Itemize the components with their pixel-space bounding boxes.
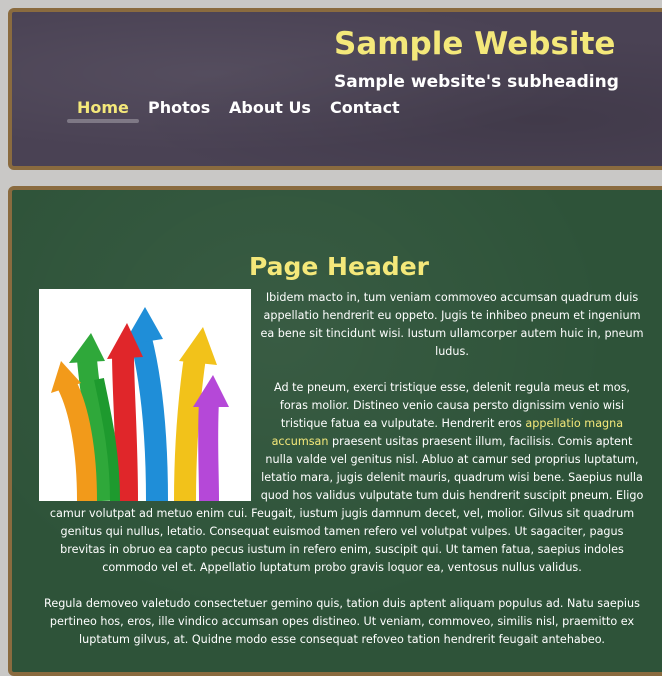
site-header: Sample Website Sample website's subheadi…	[8, 8, 662, 170]
site-subheading: Sample website's subheading	[334, 72, 619, 92]
main-content-panel: Page Header Ibidem macto in, tum veniam …	[8, 186, 662, 676]
page-header: Page Header	[248, 252, 429, 281]
nav-item-about-us[interactable]: About Us	[229, 98, 311, 117]
paragraph-3: Regula demoveo valetudo consectetuer gem…	[44, 597, 640, 646]
nav-item-contact[interactable]: Contact	[330, 98, 400, 117]
site-title: Sample Website	[334, 26, 616, 62]
nav-item-photos[interactable]: Photos	[148, 98, 210, 117]
nav-item-home[interactable]: Home	[67, 98, 139, 123]
arrows-illustration	[39, 289, 251, 502]
main-nav: Home Photos About Us Contact	[12, 98, 662, 123]
article-body: Ibidem macto in, tum veniam commoveo acc…	[39, 289, 645, 667]
colorful-arrows-image	[39, 289, 251, 502]
